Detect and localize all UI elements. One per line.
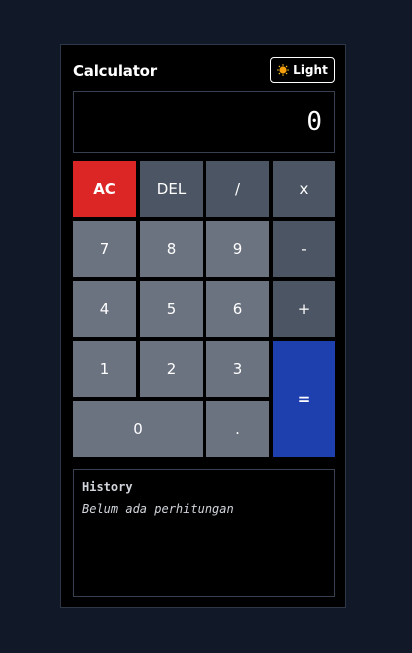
digit-1-button[interactable]: 1 [73,341,136,397]
multiply-button[interactable]: x [273,161,335,217]
digit-3-button[interactable]: 3 [206,341,269,397]
digit-8-button[interactable]: 8 [140,221,203,277]
calculator-display: 0 [73,91,335,153]
theme-toggle-label: Light [293,63,328,77]
sun-icon [277,64,289,76]
display-value: 0 [306,107,322,137]
history-title: History [82,480,133,494]
theme-toggle-button[interactable]: Light [270,57,335,83]
calculator-card: Calculator Light 0 AC DEL / x 7 8 9 - 4 … [60,44,346,608]
digit-7-button[interactable]: 7 [73,221,136,277]
all-clear-button[interactable]: AC [73,161,136,217]
digit-9-button[interactable]: 9 [206,221,269,277]
digit-2-button[interactable]: 2 [140,341,203,397]
digit-6-button[interactable]: 6 [206,281,269,337]
digit-4-button[interactable]: 4 [73,281,136,337]
digit-5-button[interactable]: 5 [140,281,203,337]
history-empty-message: Belum ada perhitungan [82,502,234,516]
divide-button[interactable]: / [206,161,269,217]
minus-button[interactable]: - [273,221,335,277]
history-panel: History Belum ada perhitungan [73,469,335,597]
keypad: AC DEL / x 7 8 9 - 4 5 6 + 1 2 3 = 0 . [73,161,335,457]
plus-button[interactable]: + [273,281,335,337]
app-title: Calculator [73,62,157,80]
decimal-button[interactable]: . [206,401,269,457]
equals-button[interactable]: = [273,341,335,457]
digit-0-button[interactable]: 0 [73,401,203,457]
delete-button[interactable]: DEL [140,161,203,217]
